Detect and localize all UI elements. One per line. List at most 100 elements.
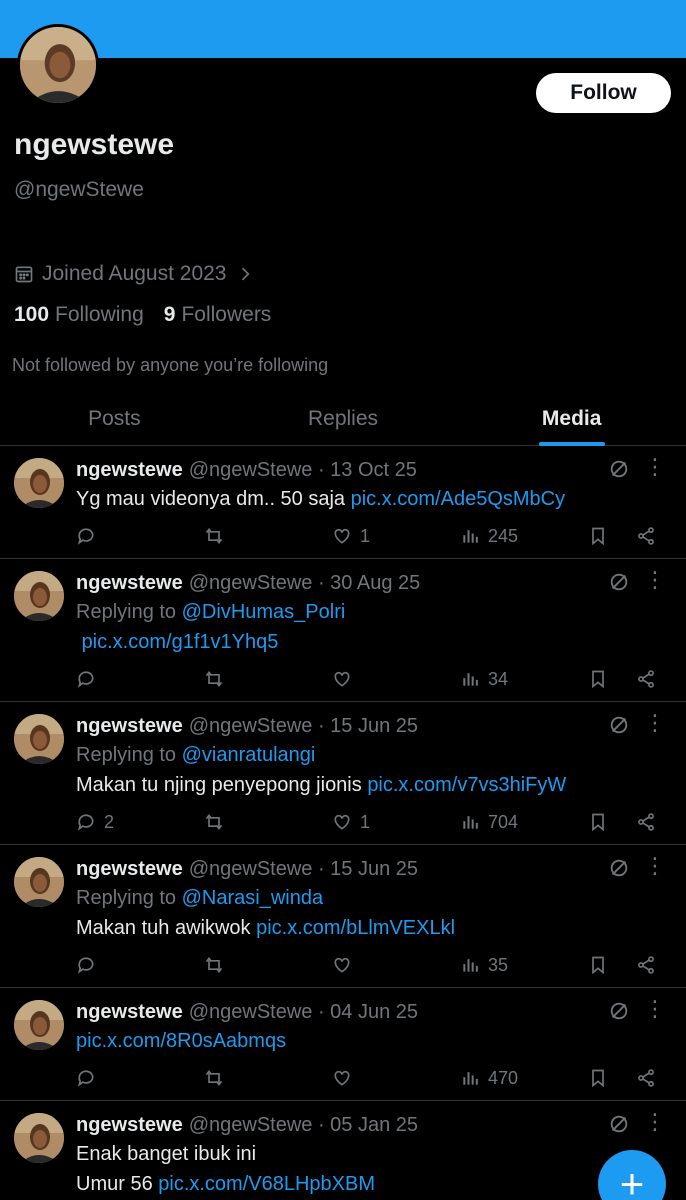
tweet[interactable]: ngewstewe @ngewStewe · 30 Aug 25 ⋮ Replyin…: [0, 559, 686, 702]
views-button[interactable]: 245: [460, 514, 518, 558]
tweet-text: Yg mau videonya dm.. 50 saja pic.x.com/A…: [76, 484, 672, 514]
like-button[interactable]: 1: [332, 800, 370, 844]
tweet-author-name[interactable]: ngewstewe: [76, 459, 183, 482]
tweet[interactable]: ngewstewe @ngewStewe · 04 Jun 25 ⋮ pic.x.c…: [0, 988, 686, 1101]
retweet-button[interactable]: [204, 657, 224, 701]
tweet-media-link[interactable]: pic.x.com/V68LHpbXBM: [158, 1173, 375, 1195]
share-button[interactable]: [636, 514, 656, 558]
tweet-text: Umur 56 pic.x.com/V68LHpbXBM: [76, 1169, 672, 1199]
reply-button[interactable]: [76, 514, 104, 558]
like-button[interactable]: [332, 943, 360, 987]
grok-icon[interactable]: [608, 1113, 630, 1135]
more-options-icon[interactable]: ⋮: [644, 1111, 666, 1133]
bookmark-button[interactable]: [588, 514, 608, 558]
retweet-button[interactable]: [204, 943, 224, 987]
tweet-header: ngewstewe @ngewStewe · 04 Jun 25: [76, 998, 672, 1026]
tweet-media-link[interactable]: pic.x.com/v7vs3hiFyW: [367, 774, 566, 796]
tweet-author-name[interactable]: ngewstewe: [76, 1001, 183, 1024]
reply-button[interactable]: [76, 657, 104, 701]
grok-icon[interactable]: [608, 714, 630, 736]
tweet-header: ngewstewe @ngewStewe · 13 Oct 25: [76, 456, 672, 484]
tweet-author-name[interactable]: ngewstewe: [76, 858, 183, 881]
retweet-button[interactable]: [204, 1056, 224, 1100]
tweet[interactable]: ngewstewe @ngewStewe · 15 Jun 25 ⋮ Replyin…: [0, 845, 686, 988]
retweet-button[interactable]: [204, 514, 224, 558]
following-count: 100: [14, 303, 50, 326]
profile-avatar[interactable]: [17, 24, 99, 106]
tweet-media-link[interactable]: pic.x.com/Ade5QsMbCy: [351, 488, 566, 510]
reply-mention[interactable]: @DivHumas_Polri: [182, 601, 346, 623]
following-link[interactable]: 100 Following: [14, 303, 144, 327]
joined-date[interactable]: Joined August 2023: [14, 262, 255, 286]
retweet-button[interactable]: [204, 800, 224, 844]
tweet-text: pic.x.com/8R0sAabmqs: [76, 1026, 672, 1056]
tweet-meta: @ngewStewe · 15 Jun 25: [188, 714, 419, 737]
followers-link[interactable]: 9 Followers: [164, 303, 272, 327]
tweet-actions: 470: [76, 1056, 672, 1100]
tweet-media-link[interactable]: pic.x.com/g1f1v1Yhq5: [82, 631, 279, 653]
tweet[interactable]: ngewstewe @ngewStewe · 15 Jun 25 ⋮ Replyin…: [0, 702, 686, 845]
more-options-icon[interactable]: ⋮: [644, 456, 666, 478]
tweet-body: Makan tu njing penyepong jionis: [76, 774, 368, 796]
reply-button[interactable]: [76, 943, 104, 987]
tweet-author-name[interactable]: ngewstewe: [76, 715, 183, 738]
tweet-meta: @ngewStewe · 05 Jan 25: [188, 1113, 419, 1136]
like-button[interactable]: [332, 1056, 360, 1100]
grok-icon[interactable]: [608, 571, 630, 593]
like-button[interactable]: [332, 657, 360, 701]
reply-mention[interactable]: @vianratulangi: [182, 744, 316, 766]
tweet-body: Yg mau videonya dm.. 50 saja: [76, 488, 351, 510]
views-button[interactable]: 470: [460, 1056, 518, 1100]
like-button[interactable]: 1: [332, 514, 370, 558]
bookmark-button[interactable]: [588, 1056, 608, 1100]
more-options-icon[interactable]: ⋮: [644, 998, 666, 1020]
tweet[interactable]: ngewstewe @ngewStewe · 13 Oct 25 ⋮ Yg mau …: [0, 446, 686, 559]
calendar-icon: [15, 266, 33, 283]
reply-button[interactable]: 2: [76, 800, 114, 844]
tweet-actions: 1 245: [76, 514, 672, 558]
more-options-icon[interactable]: ⋮: [644, 569, 666, 591]
tweet-avatar[interactable]: [14, 1000, 64, 1050]
profile-display-name: ngewstewe: [14, 128, 175, 161]
bookmark-button[interactable]: [588, 800, 608, 844]
views-button[interactable]: 34: [460, 657, 508, 701]
view-count: 470: [488, 1067, 519, 1088]
view-count: 35: [488, 954, 509, 975]
reply-button[interactable]: [76, 1056, 104, 1100]
tweet-text: pic.x.com/g1f1v1Yhq5: [76, 627, 672, 657]
share-button[interactable]: [636, 657, 656, 701]
views-button[interactable]: 704: [460, 800, 518, 844]
more-options-icon[interactable]: ⋮: [644, 712, 666, 734]
replying-prefix: Replying to: [76, 887, 182, 909]
tweet-avatar[interactable]: [14, 714, 64, 764]
tweet-author-name[interactable]: ngewstewe: [76, 1114, 183, 1137]
grok-icon[interactable]: [608, 1000, 630, 1022]
tweet-author-name[interactable]: ngewstewe: [76, 572, 183, 595]
tab-replies[interactable]: Replies: [229, 392, 458, 445]
bookmark-button[interactable]: [588, 943, 608, 987]
tweet-avatar[interactable]: [14, 571, 64, 621]
grok-icon[interactable]: [608, 458, 630, 480]
views-button[interactable]: 35: [460, 943, 508, 987]
share-button[interactable]: [636, 800, 656, 844]
bookmark-button[interactable]: [588, 657, 608, 701]
tab-posts[interactable]: Posts: [0, 392, 229, 445]
share-button[interactable]: [636, 1056, 656, 1100]
more-options-icon[interactable]: ⋮: [644, 855, 666, 877]
view-count: 245: [488, 525, 519, 546]
profile-banner[interactable]: [0, 0, 686, 58]
share-button[interactable]: [636, 943, 656, 987]
tweet-media-link[interactable]: pic.x.com/bLlmVEXLkl: [256, 917, 455, 939]
follow-button[interactable]: Follow: [536, 73, 671, 113]
tweet-avatar[interactable]: [14, 1113, 64, 1163]
tweet-avatar[interactable]: [14, 458, 64, 508]
tweet-media-link[interactable]: pic.x.com/8R0sAabmqs: [76, 1030, 286, 1052]
reply-mention[interactable]: @Narasi_winda: [182, 887, 323, 909]
tweet[interactable]: ngewstewe @ngewStewe · 05 Jan 25 ⋮ Enak ba…: [0, 1101, 686, 1200]
joined-label: Joined August 2023: [42, 262, 227, 285]
tweet-header: ngewstewe @ngewStewe · 15 Jun 25: [76, 855, 672, 883]
tweet-body: Makan tuh awikwok: [76, 917, 257, 939]
tweet-avatar[interactable]: [14, 857, 64, 907]
tab-media[interactable]: Media: [457, 392, 686, 445]
grok-icon[interactable]: [608, 857, 630, 879]
